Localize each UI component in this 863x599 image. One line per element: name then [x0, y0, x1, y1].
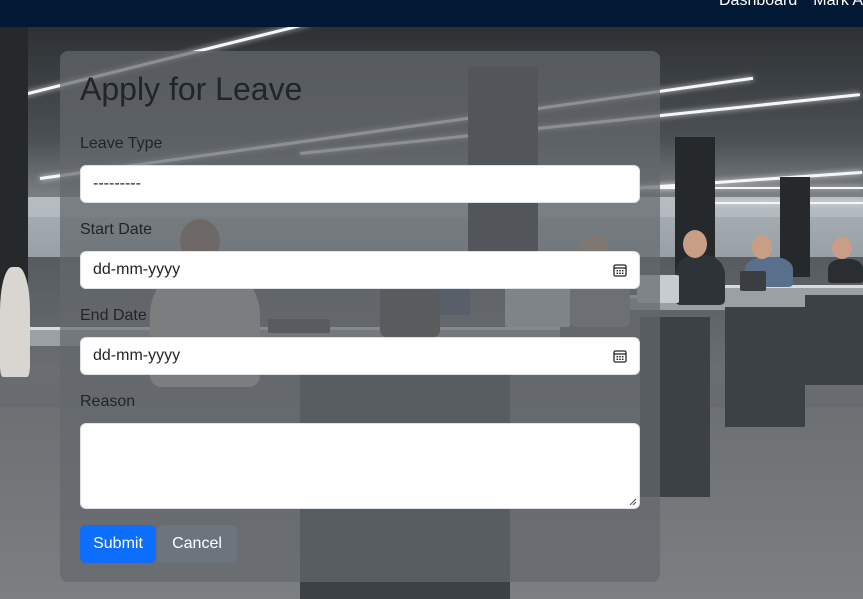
end-date-label: End Date — [80, 307, 147, 324]
nav-links: Dashboard Mark A — [719, 0, 863, 10]
page-title: Apply for Leave — [80, 71, 303, 107]
end-date-input[interactable]: dd-mm-yyyy — [80, 337, 640, 375]
leave-form-card: Apply for Leave Leave Type --------- Sta… — [60, 51, 660, 582]
ceiling-light — [640, 187, 863, 189]
person-head — [832, 237, 852, 259]
resize-grip-icon[interactable] — [629, 498, 637, 506]
cancel-button[interactable]: Cancel — [157, 525, 237, 563]
start-date-placeholder: dd-mm-yyyy — [93, 261, 181, 278]
person — [675, 255, 725, 305]
submit-button[interactable]: Submit — [80, 525, 156, 563]
end-date-placeholder: dd-mm-yyyy — [93, 347, 181, 364]
person — [0, 267, 30, 377]
person-head — [683, 230, 707, 258]
nav-link-user[interactable]: Mark A — [813, 0, 863, 9]
start-date-label: Start Date — [80, 221, 153, 238]
desk-body — [805, 295, 863, 385]
person — [828, 259, 863, 283]
calendar-icon[interactable] — [613, 349, 627, 363]
desk-body — [725, 307, 805, 427]
leave-type-select[interactable]: --------- — [80, 165, 640, 203]
leave-type-value: --------- — [93, 175, 141, 192]
reason-label: Reason — [80, 393, 136, 410]
leave-type-label: Leave Type — [80, 135, 163, 152]
reason-textarea[interactable] — [80, 423, 640, 509]
person-head — [752, 235, 772, 259]
top-navbar: Dashboard Mark A — [0, 0, 863, 27]
nav-link-dashboard[interactable]: Dashboard — [719, 0, 797, 9]
laptop — [740, 271, 766, 291]
start-date-input[interactable]: dd-mm-yyyy — [80, 251, 640, 289]
calendar-icon[interactable] — [613, 263, 627, 277]
